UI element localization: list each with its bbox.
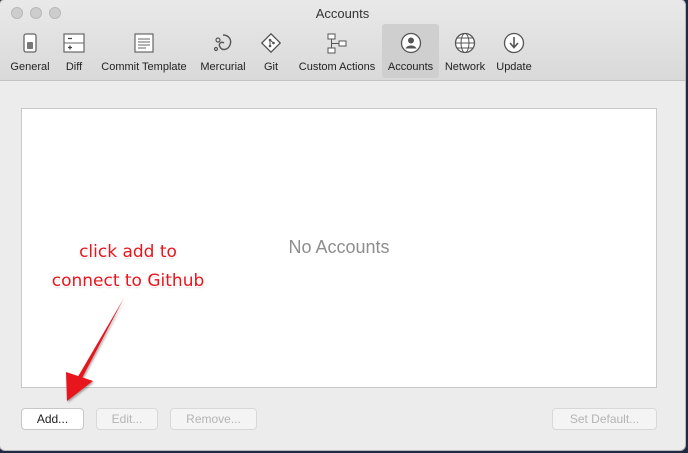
annotation-arrow-icon <box>66 298 124 401</box>
